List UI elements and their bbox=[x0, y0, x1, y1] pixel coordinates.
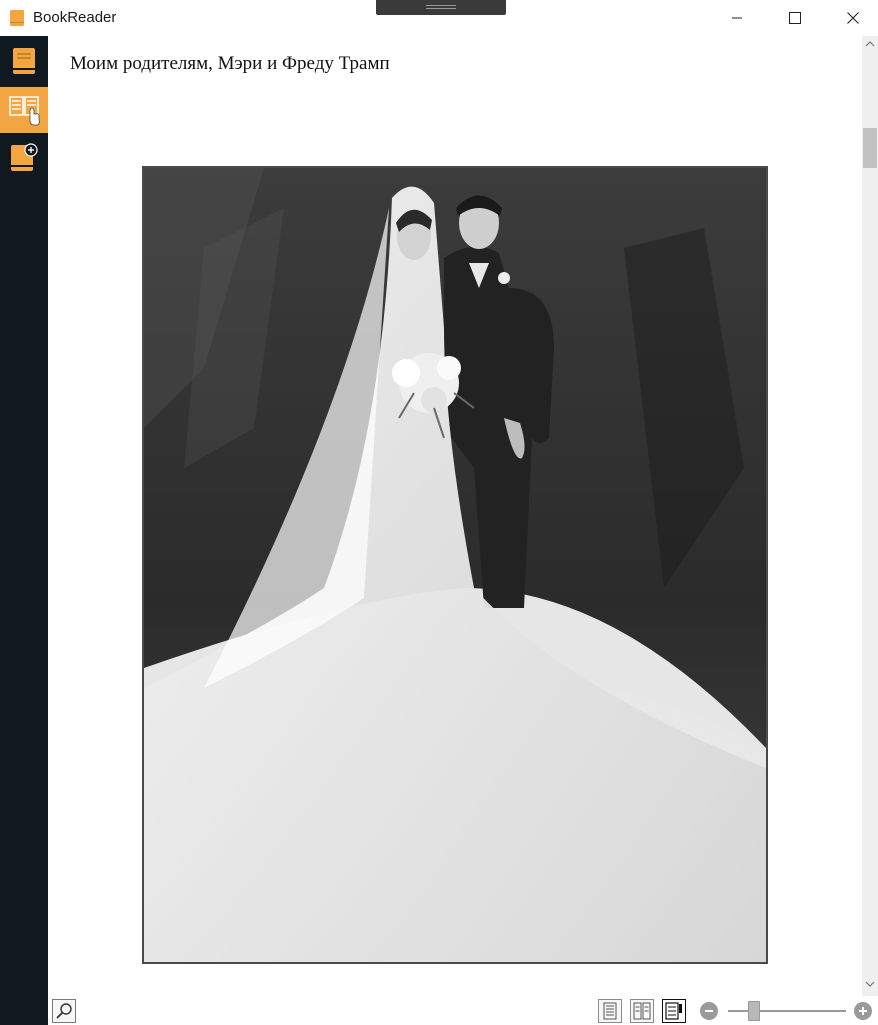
scroll-view-button[interactable] bbox=[662, 999, 686, 1023]
library-book-icon bbox=[13, 48, 35, 74]
zoom-slider-thumb[interactable] bbox=[748, 1001, 760, 1021]
close-icon bbox=[847, 12, 859, 24]
dedication-text: Моим родителям, Мэри и Фреду Трамп bbox=[70, 53, 390, 74]
sidebar bbox=[0, 36, 48, 1025]
bookreader-window: BookReader Моим родителям, Мэри и Фреду … bbox=[0, 0, 878, 1025]
minimize-icon bbox=[732, 17, 742, 19]
status-bar bbox=[48, 996, 878, 1025]
scroll-view-icon bbox=[665, 1002, 682, 1020]
add-book-icon bbox=[11, 143, 38, 171]
book-page[interactable]: Моим родителям, Мэри и Фреду Трамп bbox=[48, 36, 862, 996]
sidebar-item-reader[interactable] bbox=[0, 87, 48, 133]
chevron-down-icon bbox=[865, 981, 875, 987]
vertical-scrollbar[interactable] bbox=[862, 36, 878, 996]
open-book-reader-icon bbox=[9, 96, 40, 126]
search-button[interactable] bbox=[52, 999, 76, 1023]
chevron-up-icon bbox=[865, 41, 875, 47]
drag-handle[interactable] bbox=[376, 0, 506, 15]
single-page-icon bbox=[603, 1002, 617, 1020]
minus-icon bbox=[705, 1010, 713, 1012]
scrollbar-thumb[interactable] bbox=[863, 128, 877, 168]
zoom-in-button[interactable] bbox=[854, 1002, 872, 1020]
zoom-out-button[interactable] bbox=[700, 1002, 718, 1020]
app-book-icon bbox=[10, 10, 24, 26]
scroll-down-arrow[interactable] bbox=[862, 980, 878, 992]
close-button[interactable] bbox=[824, 0, 878, 36]
single-page-view-button[interactable] bbox=[598, 999, 622, 1023]
sidebar-item-library[interactable] bbox=[0, 38, 48, 84]
two-page-icon bbox=[633, 1002, 651, 1020]
sidebar-item-add-book[interactable] bbox=[0, 134, 48, 180]
wedding-photograph-image bbox=[144, 168, 766, 962]
window-title: BookReader bbox=[33, 9, 117, 26]
title-bar[interactable]: BookReader bbox=[0, 0, 878, 36]
two-page-view-button[interactable] bbox=[630, 999, 654, 1023]
maximize-button[interactable] bbox=[766, 0, 824, 36]
wedding-photograph bbox=[142, 166, 768, 964]
minimize-button[interactable] bbox=[708, 0, 766, 36]
maximize-icon bbox=[789, 12, 801, 24]
search-icon bbox=[56, 1003, 72, 1019]
zoom-slider-track[interactable] bbox=[728, 1010, 846, 1012]
plus-icon bbox=[859, 1007, 867, 1015]
scroll-up-arrow[interactable] bbox=[862, 40, 878, 52]
